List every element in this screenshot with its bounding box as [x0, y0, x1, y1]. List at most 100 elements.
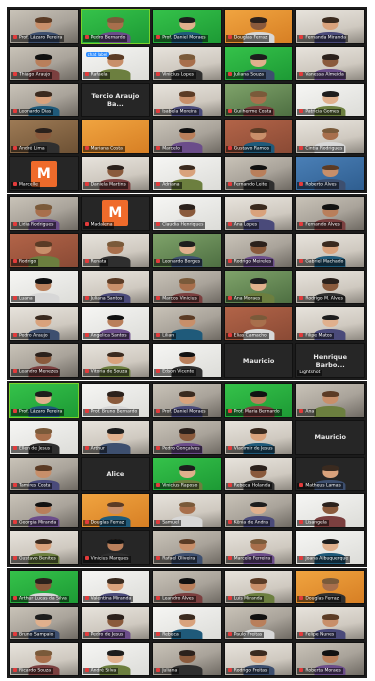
participant-video-tile[interactable]: Prof. Bruno Bernardo: [80, 383, 151, 418]
participant-video-tile[interactable]: Lidia Rodrigues: [9, 196, 79, 231]
participant-video-tile[interactable]: Fernando Leite: [223, 156, 294, 191]
participant-video-tile[interactable]: chat label Rafaela: [80, 45, 151, 81]
participant-video-tile[interactable]: Juliana Souza: [223, 45, 294, 81]
participant-video-tile[interactable]: Ellen de Jesus: [9, 419, 79, 455]
participant-video-tile[interactable]: Isabela Moreira: [152, 82, 222, 118]
participant-video-tile[interactable]: Vinicius Raposo: [152, 456, 222, 492]
participant-video-tile[interactable]: Vitoria de Souza: [80, 343, 151, 378]
participant-video-tile[interactable]: Roberto Alves: [295, 156, 365, 191]
participant-video-tile[interactable]: Arthur Lucas da Silva: [9, 570, 79, 604]
participant-video-tile[interactable]: Matheus Lamas: [295, 456, 365, 492]
participant-name-label: Marcos Vinicius: [154, 295, 199, 303]
participant-video-tile[interactable]: Patricia Gomes: [295, 82, 365, 118]
participant-video-tile[interactable]: Tercio Araujo Ba...: [80, 82, 151, 118]
participant-video-tile[interactable]: Douglas Ferraz: [80, 493, 151, 529]
participant-video-tile[interactable]: Pedro Bernardo: [80, 9, 151, 44]
participant-video-tile[interactable]: Tamires Costa: [9, 456, 79, 492]
participant-video-tile[interactable]: Filipe Matos: [295, 306, 365, 342]
participant-video-tile[interactable]: Marcelo: [152, 119, 222, 155]
participant-video-tile[interactable]: Rebeca: [152, 606, 222, 640]
participant-video-tile[interactable]: Marcelo Ferreira: [223, 530, 294, 565]
participant-video-tile[interactable]: Mauricio: [295, 419, 365, 455]
participant-video-tile[interactable]: Edson Vicente: [152, 343, 222, 378]
participant-video-tile[interactable]: M Marcelle: [9, 156, 79, 191]
participant-video-tile[interactable]: Felipe Nunes: [295, 606, 365, 640]
participant-video-tile[interactable]: Roberta Moraes: [295, 642, 365, 676]
participant-video-tile[interactable]: Prof. Lázaro Pereira: [9, 9, 79, 44]
participant-video-tile[interactable]: André Silva: [80, 642, 151, 676]
participant-video-tile[interactable]: Douglas Ferraz: [223, 9, 294, 44]
participant-video-tile[interactable]: Leandro Alves: [152, 570, 222, 604]
participant-video-tile[interactable]: Fernanda Miranda: [295, 9, 365, 44]
participant-video-tile[interactable]: Fernando Alves: [295, 196, 365, 231]
participant-video-tile[interactable]: Ana Lopes: [223, 196, 294, 231]
participant-name-text: Samuel: [162, 520, 180, 526]
participant-video-tile[interactable]: Georgia Miranda: [9, 493, 79, 529]
participant-video-tile[interactable]: Prof. Daniel Moraes: [152, 9, 222, 44]
participant-video-tile[interactable]: Lilian: [152, 306, 222, 342]
participant-video-tile[interactable]: Samuel: [152, 493, 222, 529]
participant-video-tile[interactable]: Gustavo Ramos: [223, 119, 294, 155]
participant-video-tile[interactable]: Gabriel Machado: [295, 232, 365, 268]
participant-video-tile[interactable]: Adriana: [152, 156, 222, 191]
participant-video-tile[interactable]: Prof. Maria Bernardo: [223, 383, 294, 418]
participant-video-tile[interactable]: Paulo Freitas: [223, 606, 294, 640]
participant-video-tile[interactable]: Pedro Gonçalves: [152, 419, 222, 455]
participant-video-tile[interactable]: Joana Albuquerque: [295, 530, 365, 565]
participant-video-tile[interactable]: Rafael Oliveira: [152, 530, 222, 565]
participant-video-tile[interactable]: Vladimir de Jesus: [223, 419, 294, 455]
participant-video-tile[interactable]: Cintia Rodrigues: [295, 119, 365, 155]
participant-video-tile[interactable]: Claudia Henriques: [152, 196, 222, 231]
participant-video-tile[interactable]: Rebeca Holanda: [223, 456, 294, 492]
mic-muted-icon: [299, 72, 304, 77]
participant-hair: [178, 204, 196, 211]
participant-video-tile[interactable]: Elias Camacho: [223, 306, 294, 342]
participant-video-tile[interactable]: Luana: [9, 269, 79, 305]
participant-video-tile[interactable]: Valentina Miranda: [80, 570, 151, 604]
participant-video-tile[interactable]: Henrique Barbo... Lightshot: [295, 343, 365, 378]
participant-video-tile[interactable]: Prof. Lázaro Pereira: [9, 383, 79, 418]
participant-name-label: Gustavo Benites: [11, 556, 58, 563]
participant-video-tile[interactable]: Mariana Costa: [80, 119, 151, 155]
participant-video-tile[interactable]: Thiago Araujo: [9, 45, 79, 81]
participant-name-text: Adriana: [162, 182, 180, 188]
participant-video-tile[interactable]: Ana Moraes: [223, 269, 294, 305]
participant-video-tile[interactable]: Rodrigo Meireles: [223, 232, 294, 268]
participant-video-tile[interactable]: Rodrigo Freitas: [223, 642, 294, 676]
participant-video-tile[interactable]: Juliana: [152, 642, 222, 676]
mic-muted-icon: [84, 295, 89, 300]
participant-video-tile[interactable]: Vinicius Marques: [80, 530, 151, 565]
participant-video-tile[interactable]: Daniela Martins: [80, 156, 151, 191]
participant-video-tile[interactable]: Vanessa Almeida: [295, 45, 365, 81]
participant-video-tile[interactable]: Guilherme Costa: [223, 82, 294, 118]
participant-video-tile[interactable]: Leonardo Dias: [9, 82, 79, 118]
participant-video-tile[interactable]: Ricardo Souza: [9, 642, 79, 676]
mic-muted-icon: [227, 108, 232, 113]
participant-video-tile[interactable]: Vinicius Lopes: [152, 45, 222, 81]
participant-video-tile[interactable]: Prof. Daniel Moraes: [152, 383, 222, 418]
participant-name-text: Thiago Araujo: [19, 72, 51, 78]
participant-video-tile[interactable]: Leonardo Borges: [152, 232, 222, 268]
participant-video-tile[interactable]: Douglas Ferraz: [295, 570, 365, 604]
participant-video-tile[interactable]: Mauricio: [223, 343, 294, 378]
participant-video-tile[interactable]: Leandro Menezes: [9, 343, 79, 378]
participant-video-tile[interactable]: Luis Miranda: [223, 570, 294, 604]
participant-hair: [35, 17, 53, 24]
participant-video-tile[interactable]: Gustavo Benites: [9, 530, 79, 565]
participant-video-tile[interactable]: Lisangela: [295, 493, 365, 529]
participant-video-tile[interactable]: Rodrigo: [9, 232, 79, 268]
participant-video-tile[interactable]: Pedro de Jesus: [80, 606, 151, 640]
participant-video-tile[interactable]: M Madalena: [80, 196, 151, 231]
participant-video-tile[interactable]: Renata: [80, 232, 151, 268]
participant-video-tile[interactable]: Arthur: [80, 419, 151, 455]
participant-video-tile[interactable]: Rodrigo M. Alves: [295, 269, 365, 305]
participant-video-tile[interactable]: Alice: [80, 456, 151, 492]
participant-video-tile[interactable]: Pedro Araujo: [9, 306, 79, 342]
participant-video-tile[interactable]: Marcos Vinicius: [152, 269, 222, 305]
participant-video-tile[interactable]: Juliana Santos: [80, 269, 151, 305]
participant-video-tile[interactable]: Ana: [295, 383, 365, 418]
participant-video-tile[interactable]: Angelica Santos: [80, 306, 151, 342]
participant-video-tile[interactable]: Kênia de Andra: [223, 493, 294, 529]
participant-video-tile[interactable]: Bruno Sampaio: [9, 606, 79, 640]
participant-video-tile[interactable]: André Lima: [9, 119, 79, 155]
